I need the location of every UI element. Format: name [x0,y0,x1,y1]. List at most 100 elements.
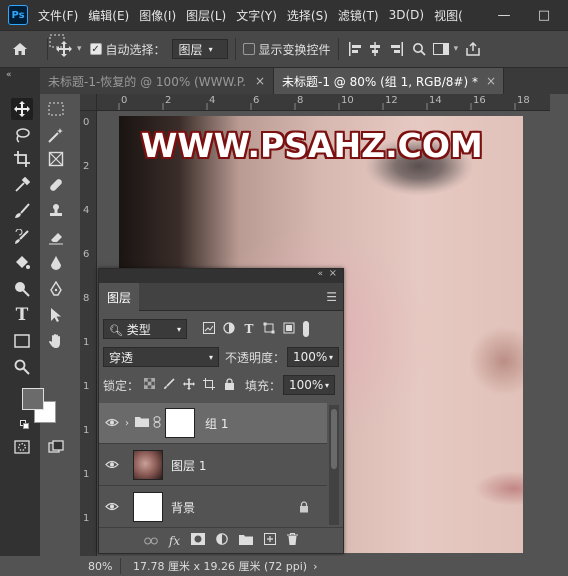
collapse-icon[interactable]: « [317,269,323,279]
paint-bucket-tool-icon[interactable] [11,252,33,274]
marquee-tool-icon[interactable] [46,30,68,52]
layers-scrollbar[interactable] [329,405,339,525]
zoom-tool-icon[interactable] [11,356,33,378]
filter-toggle-icon[interactable] [303,321,309,337]
move-tool-icon[interactable] [11,98,33,120]
layer-row-photo[interactable]: 图层 1 [99,445,327,486]
menu-file[interactable]: 文件(F) [38,7,78,24]
shape-tool-icon[interactable] [11,330,33,352]
layer-thumbnail[interactable] [133,450,163,480]
collapse-icon[interactable]: « [6,70,12,80]
quick-mask-icon[interactable] [11,436,33,458]
lock-pixels-icon[interactable] [159,377,179,393]
fx-icon[interactable]: fx [169,534,180,548]
hand-tool-icon[interactable] [45,330,67,352]
link-icon[interactable] [153,415,165,431]
blend-mode-dropdown[interactable]: 穿透 ▾ [103,347,219,367]
maximize-button[interactable]: □ [530,0,558,30]
menu-select[interactable]: 选择(S) [287,7,328,24]
home-icon[interactable] [0,42,40,56]
frame-tool-icon[interactable] [45,148,67,170]
close-icon[interactable]: × [329,268,337,279]
vertical-ruler[interactable]: 0 2 4 6 8 1 1 1 1 1 [80,111,97,556]
menu-layer[interactable]: 图层(L) [186,7,226,24]
close-icon[interactable]: × [255,74,265,88]
default-colors-icon[interactable] [20,420,30,430]
brush-tool-icon[interactable] [11,200,33,222]
menu-filter[interactable]: 滤镜(T) [338,7,379,24]
fill-field[interactable]: 100% ▾ [283,375,336,395]
share-icon[interactable] [462,42,484,56]
auto-select-target-dropdown[interactable]: 图层 ▾ [171,39,228,59]
chevron-down-icon[interactable]: ▾ [77,44,82,54]
expand-icon[interactable]: › [125,418,135,429]
lasso-tool-icon[interactable] [11,124,33,146]
filter-pixel-icon[interactable] [199,321,219,337]
menu-view[interactable]: 视图( [434,7,463,24]
layer-mask-thumbnail[interactable] [165,408,195,438]
lock-all-icon[interactable] [219,377,239,393]
marquee-tool-icon[interactable] [45,98,67,120]
crop-tool-icon[interactable] [11,148,33,170]
close-icon[interactable]: × [486,74,496,88]
layer-row-group[interactable]: › 组 1 [99,403,327,444]
healing-brush-tool-icon[interactable] [45,174,67,196]
align-center-icon[interactable] [364,42,386,56]
align-right-icon[interactable] [386,42,408,56]
chevron-down-icon[interactable]: ▾ [454,44,459,54]
minimize-button[interactable]: — [490,0,518,30]
panel-menu-icon[interactable]: ☰ [326,290,337,304]
screen-mode-icon[interactable] [45,436,67,458]
layer-thumbnail[interactable] [133,492,163,522]
search-icon[interactable] [408,42,430,56]
eyedropper-tool-icon[interactable] [11,174,33,196]
filter-type-dropdown[interactable]: 🔍︎ 类型 ▾ [103,319,187,339]
trash-icon[interactable] [287,533,299,548]
status-menu-arrow[interactable]: › [313,560,317,573]
lock-artboard-icon[interactable] [199,377,219,393]
show-transform-checkbox[interactable] [242,43,255,55]
panel-titlebar[interactable]: « × [99,268,343,283]
tab-document-recovered[interactable]: 未标题-1-恢复的 @ 100% (WWW.P... × [40,68,274,94]
magic-wand-tool-icon[interactable] [45,124,67,146]
menu-type[interactable]: 文字(Y) [236,7,277,24]
canvas-scrollbar[interactable] [550,94,568,556]
blur-tool-icon[interactable] [45,252,67,274]
eye-icon[interactable] [99,458,125,472]
filter-shape-icon[interactable] [259,322,279,337]
foreground-color-swatch[interactable] [22,388,44,410]
type-tool-icon[interactable]: T [11,304,33,326]
ruler-corner[interactable] [80,94,97,111]
auto-select-checkbox[interactable]: ✓ [89,43,102,55]
filter-type-layer-icon[interactable]: T [239,322,259,336]
zoom-level[interactable]: 80% [80,560,120,573]
lock-position-icon[interactable] [179,377,199,393]
layer-row-background[interactable]: 背景 [99,487,327,528]
eye-icon[interactable] [99,500,125,514]
dodge-tool-icon[interactable] [11,278,33,300]
lock-transparent-icon[interactable] [139,377,159,392]
clone-stamp-tool-icon[interactable] [45,200,67,222]
menu-3d[interactable]: 3D(D) [389,8,424,22]
filter-adjustment-icon[interactable] [219,321,239,337]
new-layer-icon[interactable] [264,533,277,548]
tab-document-active[interactable]: 未标题-1 @ 80% (组 1, RGB/8#) * × [274,68,504,94]
pen-tool-icon[interactable] [45,278,67,300]
workspace-icon[interactable] [430,43,452,55]
folder-icon[interactable] [239,534,254,548]
lock-icon[interactable] [299,501,309,516]
filter-smart-object-icon[interactable] [279,322,299,337]
opacity-field[interactable]: 100% ▾ [287,347,340,367]
horizontal-ruler[interactable]: 0 2 4 6 8 10 12 14 16 18 [97,94,550,111]
path-selection-tool-icon[interactable] [45,304,67,326]
align-left-icon[interactable] [346,42,364,56]
menu-image[interactable]: 图像(I) [139,7,176,24]
eraser-tool-icon[interactable] [45,226,67,248]
tab-layers[interactable]: 图层 [99,283,139,311]
mask-icon[interactable] [191,533,206,548]
eye-icon[interactable] [99,416,125,430]
link-icon[interactable] [144,534,158,548]
adjustment-icon[interactable] [216,533,228,548]
history-brush-tool-icon[interactable] [11,226,33,248]
scrollbar-thumb[interactable] [331,409,337,469]
